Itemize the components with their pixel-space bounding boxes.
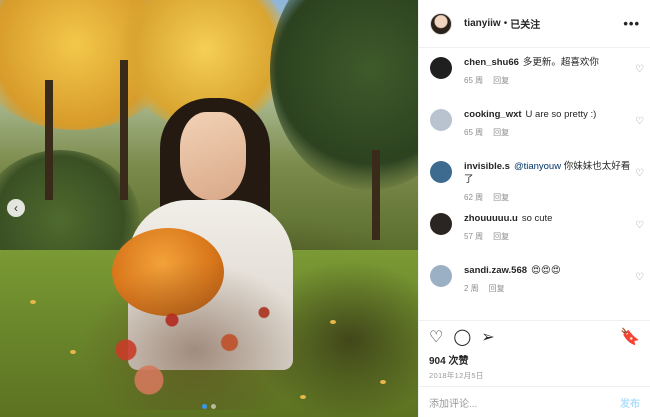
action-bar: ♡ ◯ ➢ 🔖 [419, 320, 650, 352]
comment-text: invisible.s @tianyouw 你妹妹也太好看了 [464, 160, 632, 186]
author-username[interactable]: tianyiiw [464, 18, 501, 29]
likes-count[interactable]: 904 次赞 [419, 352, 650, 368]
comment-body: chen_shu66 多更新。超喜欢你 65 周回复 [464, 56, 632, 86]
photo-tree [270, 0, 418, 190]
reply-button[interactable]: 回复 [493, 128, 509, 137]
comment-like-icon[interactable]: ♡ [635, 116, 644, 127]
photo-leaf [70, 350, 76, 354]
comment-like-icon[interactable]: ♡ [635, 220, 644, 231]
author-avatar[interactable] [430, 12, 452, 35]
post-date[interactable]: 2018年12月5日 [419, 368, 650, 386]
photo-leaf [30, 300, 36, 304]
carousel-prev-button[interactable]: ‹ [7, 199, 25, 217]
photo-leaf [380, 380, 386, 384]
comment-input[interactable]: 添加评论... [429, 395, 620, 410]
comment-text: cooking_wxt U are so pretty :) [464, 108, 632, 121]
photo-trunk [120, 60, 128, 200]
comment-text: zhouuuuu.u so cute [464, 212, 632, 225]
photo-bouquet [80, 260, 310, 410]
comment-meta: 2 周 回复 [464, 283, 632, 294]
comment-text: chen_shu66 多更新。超喜欢你 [464, 56, 632, 69]
comment-content: so cute [521, 213, 553, 224]
commenter-username[interactable]: zhouuuuu.u [464, 213, 518, 224]
post-side-panel: tianyiiw • 已关注 ••• chen_shu66 多更新。超喜欢你 65 … [418, 0, 650, 417]
comment-time: 65 周 [464, 76, 484, 85]
heart-icon[interactable]: ♡ [429, 327, 443, 347]
comment-time: 2 周 [464, 284, 479, 293]
carousel-dot[interactable] [202, 404, 207, 409]
comment-item: cooking_wxt U are so pretty :) 65 周回复 ♡ [430, 108, 650, 160]
commenter-avatar[interactable] [430, 161, 452, 183]
bookmark-icon[interactable]: 🔖 [620, 327, 640, 347]
comment-body: invisible.s @tianyouw 你妹妹也太好看了 62 周回复 [464, 160, 632, 203]
photo-trunk [372, 150, 380, 240]
comment-body: cooking_wxt U are so pretty :) 65 周回复 [464, 108, 632, 138]
comment-content: U are so pretty :) [525, 109, 597, 120]
comment-like-icon[interactable]: ♡ [635, 168, 644, 179]
comment-content: 多更新。超喜欢你 [522, 57, 599, 68]
reply-button[interactable]: 回复 [493, 193, 509, 202]
comments-list: chen_shu66 多更新。超喜欢你 65 周回复 ♡ cooking_wxt U ar… [419, 48, 650, 320]
comment-meta: 65 周回复 [464, 127, 632, 138]
post-header: tianyiiw • 已关注 ••• [419, 0, 650, 48]
comment-body: zhouuuuu.u so cute 57 周回复 [464, 212, 632, 242]
comment-like-icon[interactable]: ♡ [635, 64, 644, 75]
commenter-username[interactable]: invisible.s [464, 161, 510, 172]
comment-item: sandi.zaw.568 😍😍😍 2 周 回复 ♡ [430, 264, 650, 316]
comment-icon[interactable]: ◯ [453, 327, 471, 347]
commenter-username[interactable]: sandi.zaw.568 [464, 265, 527, 276]
reply-button[interactable]: 回复 [489, 284, 505, 293]
commenter-username[interactable]: chen_shu66 [464, 57, 519, 68]
comment-item: chen_shu66 多更新。超喜欢你 65 周回复 ♡ [430, 56, 650, 108]
carousel-dot[interactable] [211, 404, 216, 409]
reply-button[interactable]: 回复 [493, 232, 509, 241]
comment-text: sandi.zaw.568 😍😍😍 [464, 264, 632, 277]
commenter-avatar[interactable] [430, 265, 452, 287]
commenter-avatar[interactable] [430, 57, 452, 79]
comment-content: 😍😍😍 [531, 265, 561, 276]
more-options-icon[interactable]: ••• [623, 16, 640, 31]
comment-time: 57 周 [464, 232, 484, 241]
header-separator: • [503, 18, 508, 29]
comment-meta: 62 周回复 [464, 192, 632, 203]
post-comment-button[interactable]: 发布 [620, 395, 640, 410]
add-comment-bar: 添加评论... 发布 [419, 386, 650, 417]
photo-person-face [180, 112, 246, 200]
photo-trunk [45, 80, 53, 200]
commenter-username[interactable]: cooking_wxt [464, 109, 522, 120]
commenter-avatar[interactable] [430, 213, 452, 235]
commenter-avatar[interactable] [430, 109, 452, 131]
comment-like-icon[interactable]: ♡ [635, 272, 644, 283]
instagram-post: ‹ tianyiiw • 已关注 ••• chen_shu66 多更新。超喜欢你 6… [0, 0, 650, 417]
comment-meta: 57 周回复 [464, 231, 632, 242]
carousel-dots [0, 404, 418, 409]
share-icon[interactable]: ➢ [481, 327, 494, 347]
photo-leaf [330, 320, 336, 324]
reply-button[interactable]: 回复 [493, 76, 509, 85]
follow-status[interactable]: 已关注 [510, 16, 540, 31]
comment-time: 62 周 [464, 193, 484, 202]
chevron-left-icon: ‹ [14, 201, 18, 215]
comment-item: zhouuuuu.u so cute 57 周回复 ♡ [430, 212, 650, 264]
comment-item: invisible.s @tianyouw 你妹妹也太好看了 62 周回复 ♡ [430, 160, 650, 212]
comment-meta: 65 周回复 [464, 75, 632, 86]
post-photo[interactable]: ‹ [0, 0, 418, 417]
comment-mention[interactable]: @tianyouw [514, 161, 561, 172]
comment-body: sandi.zaw.568 😍😍😍 2 周 回复 [464, 264, 632, 294]
comment-time: 65 周 [464, 128, 484, 137]
